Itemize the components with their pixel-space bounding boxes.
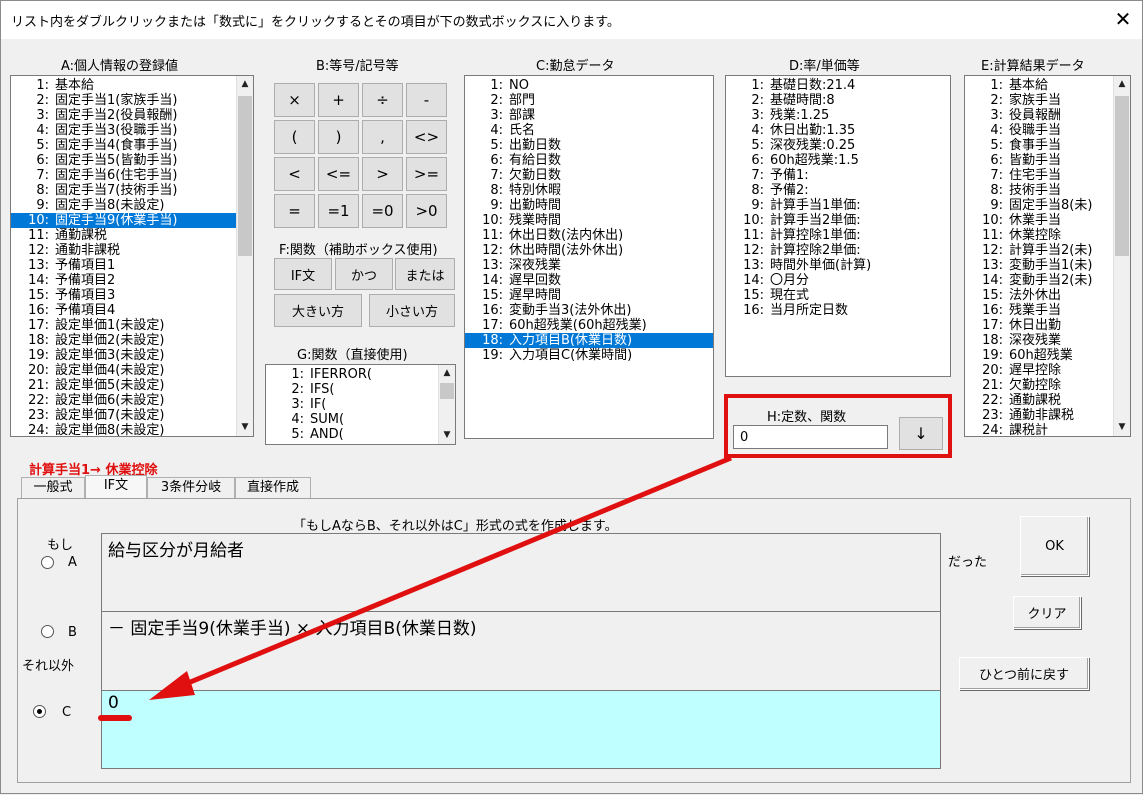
annotation-arrow-line [175, 455, 732, 691]
annotation-arrowhead [149, 671, 195, 700]
annotation-overlay [98, 455, 732, 721]
formula-dialog: リスト内をダブルクリックまたは「数式に」をクリックするとその項目が下の数式ボック… [0, 0, 1143, 794]
